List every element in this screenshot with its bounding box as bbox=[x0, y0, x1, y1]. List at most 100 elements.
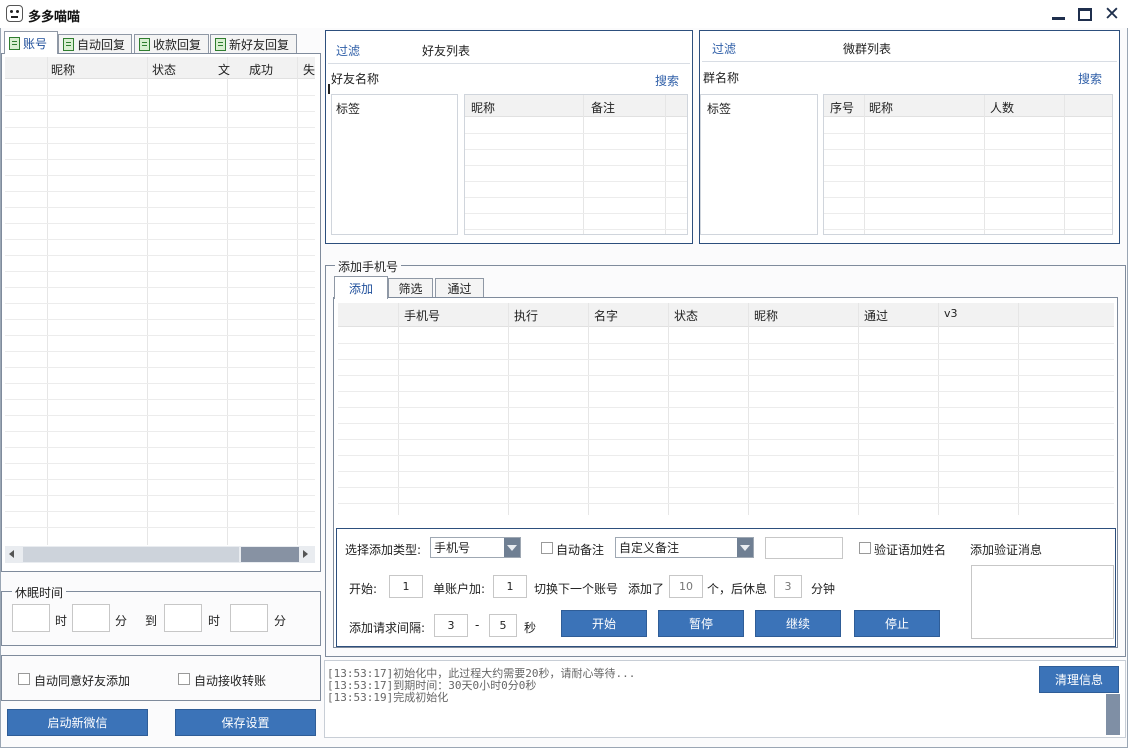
group-list-title: 微群列表 bbox=[843, 42, 892, 56]
minutes-label: 分钟 bbox=[811, 582, 836, 596]
group-filter-link[interactable]: 过滤 bbox=[712, 40, 736, 57]
scroll-right-icon[interactable] bbox=[303, 550, 308, 558]
friend-filter-link[interactable]: 过滤 bbox=[336, 42, 360, 59]
auto-receive-transfer-checkbox[interactable] bbox=[178, 673, 190, 685]
group-col-count[interactable]: 人数 bbox=[990, 99, 1014, 116]
hour-label: 时 bbox=[55, 614, 68, 628]
phone-col-status[interactable]: 状态 bbox=[674, 307, 698, 324]
close-icon: ✕ bbox=[1104, 2, 1120, 25]
friend-col-remark[interactable]: 备注 bbox=[591, 99, 615, 116]
friend-panel: 过滤 好友列表 好友名称 搜索 标签 昵称 备注 bbox=[325, 30, 693, 244]
auto-accept-friend-checkbox[interactable] bbox=[18, 673, 30, 685]
phone-col-number[interactable]: 手机号 bbox=[404, 307, 440, 324]
added-label: 添加了 bbox=[628, 582, 665, 596]
verify-msg-label: 添加验证消息 bbox=[970, 543, 1043, 557]
col-success[interactable]: 成功 bbox=[249, 61, 273, 78]
pause-button[interactable]: 暂停 bbox=[658, 610, 744, 637]
friend-name-label: 好友名称 bbox=[331, 72, 380, 86]
tab-new-friend-reply[interactable]: 新好友回复 bbox=[210, 34, 297, 54]
per-account-input[interactable]: 1 bbox=[493, 575, 527, 598]
group-panel: 过滤 微群列表 群名称 搜索 标签 序号 昵称 人数 bbox=[699, 30, 1120, 244]
interval-to-input[interactable]: 5 bbox=[489, 614, 517, 637]
auto-remark-checkbox[interactable] bbox=[541, 542, 553, 554]
scroll-left-icon[interactable] bbox=[9, 550, 14, 558]
tab-add[interactable]: 添加 bbox=[334, 276, 388, 299]
rest-label: 个，后休息 bbox=[707, 582, 768, 596]
rest-minutes-input[interactable]: 3 bbox=[774, 575, 802, 598]
maximize-icon bbox=[1078, 7, 1092, 21]
interval-from-input[interactable]: 3 bbox=[434, 614, 468, 637]
phone-col-nickname[interactable]: 昵称 bbox=[754, 307, 778, 324]
group-col-index[interactable]: 序号 bbox=[830, 99, 854, 116]
auto-accept-friend-label: 自动同意好友添加 bbox=[34, 674, 131, 688]
stop-button[interactable]: 停止 bbox=[854, 610, 940, 637]
minute-label: 分 bbox=[115, 614, 128, 628]
dropdown-arrow-icon bbox=[504, 538, 520, 557]
group-tag-list[interactable]: 标签 bbox=[700, 94, 818, 235]
group-col-nickname[interactable]: 昵称 bbox=[869, 99, 893, 116]
sleep-from-hour-input[interactable] bbox=[12, 604, 50, 632]
col-fail[interactable]: 失 bbox=[303, 61, 315, 78]
sleep-to-hour-input[interactable] bbox=[164, 604, 202, 632]
tab-filter[interactable]: 筛选 bbox=[388, 278, 433, 298]
start-button[interactable]: 开始 bbox=[561, 610, 647, 637]
log-scrollbar[interactable] bbox=[1106, 694, 1120, 735]
friend-col-nickname[interactable]: 昵称 bbox=[471, 99, 495, 116]
tab-payment-reply[interactable]: 收款回复 bbox=[134, 34, 209, 54]
title-bar bbox=[0, 0, 1128, 28]
clear-info-button[interactable]: 清理信息 bbox=[1039, 666, 1119, 693]
document-icon bbox=[139, 38, 150, 51]
phone-col-pass[interactable]: 通过 bbox=[864, 307, 888, 324]
remark-select[interactable]: 自定义备注 bbox=[615, 537, 754, 558]
col-status[interactable]: 状态 bbox=[152, 61, 176, 78]
remark-text-input[interactable] bbox=[765, 537, 843, 559]
dropdown-arrow-icon bbox=[737, 538, 753, 557]
added-count-input[interactable]: 10 bbox=[669, 575, 703, 598]
minute-label-2: 分 bbox=[274, 614, 287, 628]
start-label: 开始: bbox=[349, 582, 378, 596]
group-search-link[interactable]: 搜索 bbox=[1078, 70, 1102, 87]
phone-col-name[interactable]: 名字 bbox=[594, 307, 618, 324]
add-tab-panel: 手机号 执行 名字 状态 昵称 通过 v3 选择添加类型: 手机号 自动备注 自… bbox=[333, 297, 1118, 648]
start-new-wechat-button[interactable]: 启动新微信 bbox=[7, 709, 148, 736]
document-icon bbox=[9, 36, 20, 50]
start-index-input[interactable]: 1 bbox=[389, 575, 423, 598]
resume-button[interactable]: 继续 bbox=[755, 610, 841, 637]
maximize-button[interactable] bbox=[1074, 4, 1096, 24]
scrollbar-thumb[interactable] bbox=[23, 547, 239, 562]
add-type-select[interactable]: 手机号 bbox=[430, 537, 521, 558]
interval-label: 添加请求间隔: bbox=[349, 621, 426, 635]
group-tag-header: 标签 bbox=[707, 102, 732, 116]
cat-logo-icon bbox=[6, 5, 23, 22]
tab-auto-reply[interactable]: 自动回复 bbox=[58, 34, 132, 54]
close-button[interactable]: ✕ bbox=[1101, 4, 1123, 24]
friend-name-input-cursor[interactable] bbox=[328, 84, 330, 94]
sleep-from-minute-input[interactable] bbox=[72, 604, 110, 632]
phone-col-execute[interactable]: 执行 bbox=[514, 307, 538, 324]
sleep-to-minute-input[interactable] bbox=[230, 604, 268, 632]
phone-col-v3[interactable]: v3 bbox=[944, 307, 958, 320]
log-line: [13:53:19]完成初始化 bbox=[327, 691, 449, 704]
friend-tag-header: 标签 bbox=[336, 102, 361, 116]
verify-name-checkbox[interactable] bbox=[859, 542, 871, 554]
hour-label-2: 时 bbox=[208, 614, 221, 628]
friend-search-link[interactable]: 搜索 bbox=[655, 72, 679, 89]
add-phone-legend: 添加手机号 bbox=[335, 258, 402, 275]
group-table: 序号 昵称 人数 bbox=[823, 94, 1113, 235]
tab-pass[interactable]: 通过 bbox=[435, 278, 484, 298]
per-account-label: 单账户加: bbox=[433, 582, 486, 596]
auto-remark-label: 自动备注 bbox=[556, 543, 605, 557]
to-label: 到 bbox=[145, 614, 158, 628]
verify-message-textarea[interactable] bbox=[971, 565, 1114, 639]
col-text[interactable]: 文 bbox=[218, 61, 230, 78]
document-icon bbox=[215, 38, 226, 51]
friend-list-title: 好友列表 bbox=[422, 44, 471, 58]
friend-tag-list[interactable]: 标签 bbox=[331, 94, 458, 235]
minimize-button[interactable] bbox=[1047, 4, 1069, 24]
add-type-label: 选择添加类型: bbox=[345, 543, 422, 557]
col-nickname[interactable]: 昵称 bbox=[51, 61, 75, 78]
horizontal-scrollbar[interactable] bbox=[5, 546, 315, 563]
account-panel: 昵称 状态 文 成功 失 bbox=[1, 53, 321, 572]
save-settings-button[interactable]: 保存设置 bbox=[175, 709, 316, 736]
tab-account[interactable]: 账号 bbox=[4, 31, 58, 54]
